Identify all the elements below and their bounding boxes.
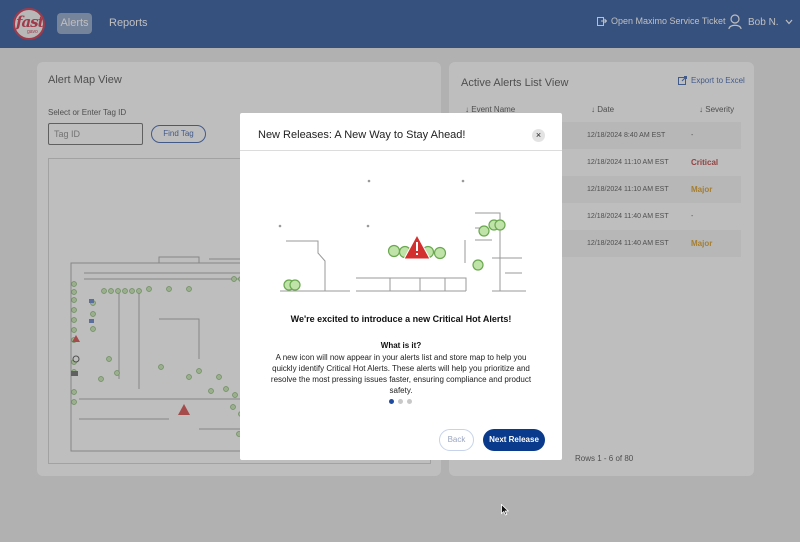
critical-hot-alert-illustration bbox=[278, 179, 526, 292]
back-button[interactable]: Back bbox=[439, 429, 474, 451]
intro-heading: We're excited to introduce a new Critica… bbox=[290, 314, 512, 324]
pagination-dot[interactable] bbox=[398, 399, 403, 404]
pagination-dot-active[interactable] bbox=[389, 399, 394, 404]
modal-divider bbox=[240, 150, 562, 151]
mouse-cursor-icon bbox=[501, 504, 509, 516]
modal-description: A new icon will now appear in your alert… bbox=[270, 353, 532, 395]
what-is-it-heading: What is it? bbox=[380, 341, 422, 350]
close-icon[interactable]: × bbox=[532, 129, 545, 142]
pagination-dot[interactable] bbox=[407, 399, 412, 404]
new-releases-modal: New Releases: A New Way to Stay Ahead! × bbox=[240, 113, 562, 460]
next-release-button[interactable]: Next Release bbox=[483, 429, 545, 451]
pagination-dots bbox=[389, 399, 412, 404]
modal-title: New Releases: A New Way to Stay Ahead! bbox=[258, 129, 466, 141]
